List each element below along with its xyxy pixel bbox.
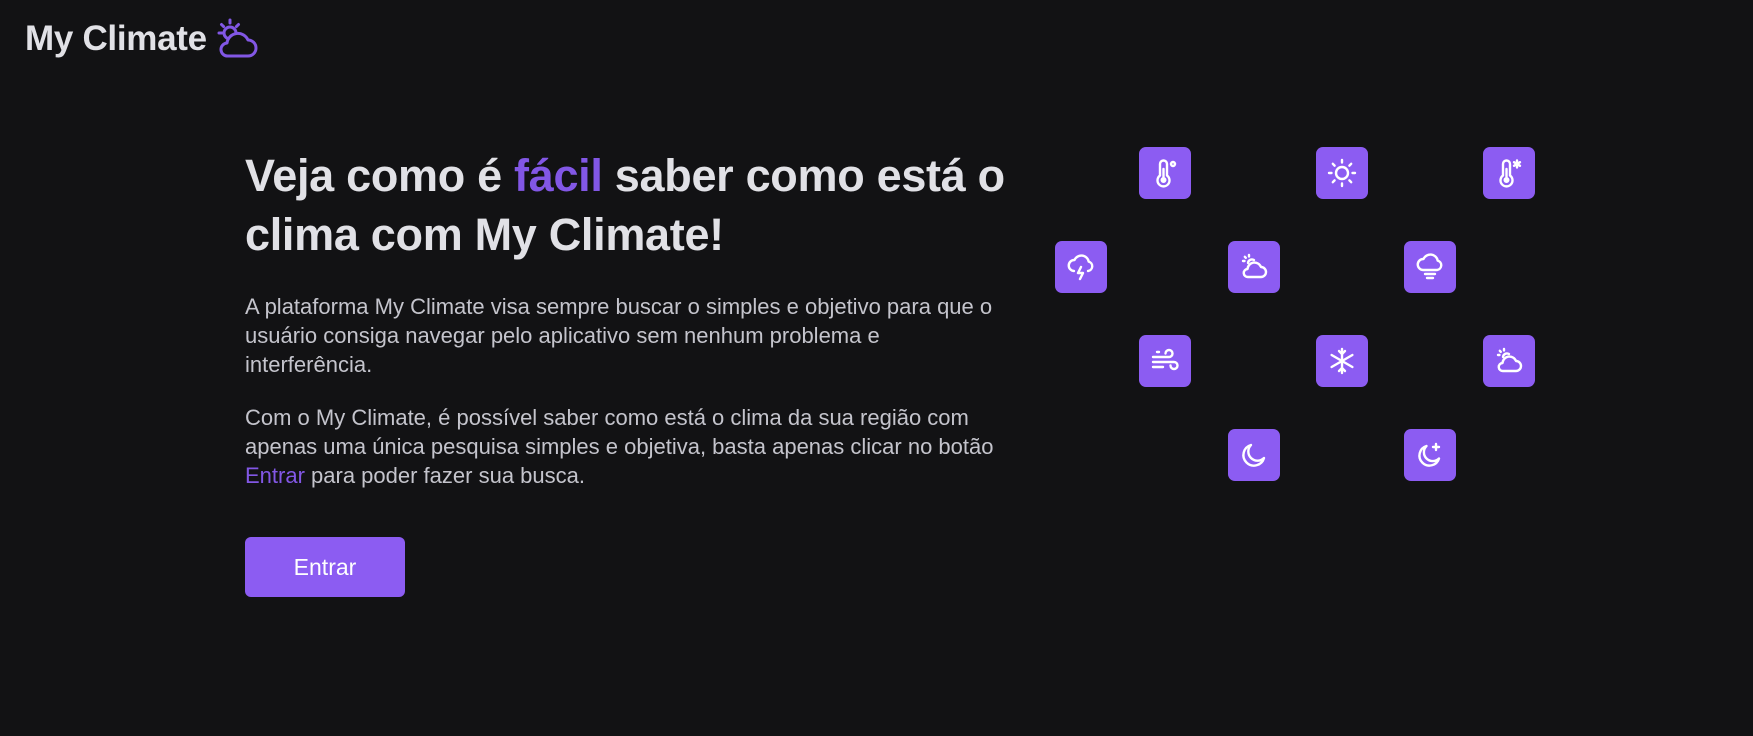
snowflake-icon [1330, 347, 1354, 375]
instructions-paragraph: Com o My Climate, é possível saber como … [245, 403, 1005, 490]
sun-cloud-icon [1241, 253, 1268, 279]
landing-page: My Climate Veja como é fácil saber como … [0, 0, 1753, 736]
thermometer-snow-icon [1499, 159, 1522, 188]
hero-headline: Veja como é fácil saber como está o clim… [245, 146, 1005, 264]
icon-tile [1483, 335, 1535, 387]
intro-paragraph: A plataforma My Climate visa sempre busc… [245, 294, 993, 377]
sun-icon [1327, 158, 1357, 188]
moon-stars-icon [1418, 442, 1441, 467]
icon-tile [1139, 335, 1191, 387]
icon-tile [1055, 241, 1107, 293]
entrar-highlight: Entrar [245, 463, 305, 488]
hero-section: Veja como é fácil saber como está o clim… [245, 146, 1005, 490]
moon-icon [1242, 443, 1266, 467]
logo[interactable]: My Climate [25, 14, 259, 64]
cloud-fog-icon [1416, 253, 1443, 280]
icon-tile [1316, 147, 1368, 199]
icon-tile [1316, 335, 1368, 387]
icon-tile [1139, 147, 1191, 199]
wind-icon [1151, 348, 1179, 371]
headline-accent: fácil [514, 150, 603, 201]
enter-button[interactable]: Entrar [245, 537, 405, 597]
icon-tile [1228, 241, 1280, 293]
logo-text: My Climate [25, 19, 207, 58]
cloud-lightning-icon [1067, 254, 1094, 281]
thermometer-celsius-icon [1156, 159, 1177, 188]
instructions-text-start: Com o My Climate, é possível saber como … [245, 405, 994, 459]
icon-tile [1404, 429, 1456, 481]
cloud-sun-icon [1496, 347, 1523, 373]
headline-text-start: Veja como é [245, 150, 515, 201]
icon-tile [1483, 147, 1535, 199]
sun-cloud-icon [215, 18, 259, 60]
instructions-text-end: para poder fazer sua busca. [304, 463, 585, 488]
icon-tile [1228, 429, 1280, 481]
icon-tile [1404, 241, 1456, 293]
